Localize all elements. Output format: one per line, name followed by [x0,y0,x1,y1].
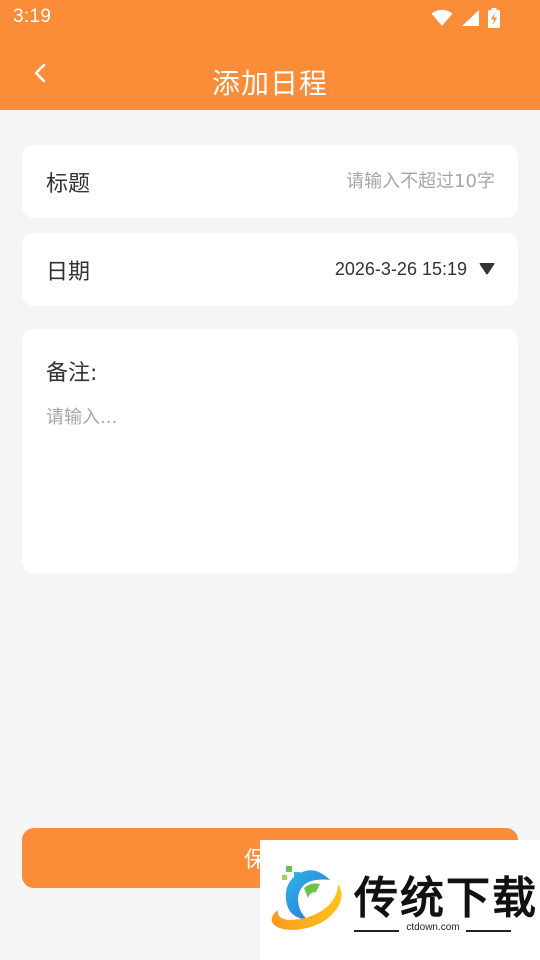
title-field-card: 标题 [22,145,518,218]
status-time: 3:19 [13,6,52,27]
triangle-down-icon [479,260,495,279]
wifi-icon [431,9,453,27]
title-bar: 添加日程 [0,36,540,110]
ctdown-logo-icon [268,862,348,940]
note-input[interactable] [46,403,494,553]
page-title: 添加日程 [211,67,328,100]
watermark-url: ctdown.com [406,922,460,933]
watermark-text: 传统下载 [354,873,538,924]
battery-charging-icon [488,8,500,28]
title-field-label: 标题 [46,171,91,197]
title-input[interactable] [195,171,495,192]
status-bar: 3:19 [0,0,540,36]
note-field-label: 备注: [46,361,98,386]
date-value: 2026-3-26 15:19 [334,259,467,279]
date-field-card[interactable]: 日期 2026-3-26 15:19 [22,233,518,306]
watermark: 传统下载 ctdown.com [260,840,540,960]
watermark-divider-left [354,930,399,932]
date-picker[interactable]: 2026-3-26 15:19 [335,259,495,280]
date-field-label: 日期 [46,259,91,285]
note-field-card: 备注: [22,329,518,573]
status-icons [431,8,500,28]
watermark-divider-right [466,930,511,932]
cellular-signal-icon [461,9,480,27]
